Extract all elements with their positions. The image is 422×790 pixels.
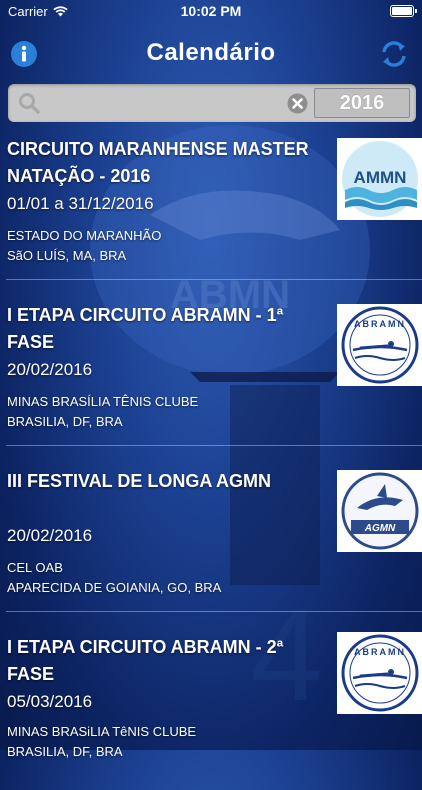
event-city: BRASILIA, DF, BRA: [7, 414, 123, 429]
divider: [6, 611, 422, 612]
event-title: CIRCUITO MARANHENSE MASTER NATAÇÃO - 201…: [7, 139, 309, 186]
refresh-icon[interactable]: [380, 40, 408, 68]
info-icon[interactable]: [10, 40, 38, 68]
event-date: 20/02/2016: [7, 360, 93, 379]
divider: [6, 279, 422, 280]
event-venue: MINAS BRASÍLIA TÊNIS CLUBE: [7, 394, 199, 409]
event-logo: AGMN: [337, 470, 422, 552]
status-time: 10:02 PM: [180, 3, 242, 19]
event-venue: MINAS BRASiLIA TêNIS CLUBE: [7, 724, 197, 739]
abramn-logo-icon: ABRAMN: [341, 306, 419, 384]
event-logo: AMMN: [337, 138, 422, 220]
event-item[interactable]: I ETAPA CIRCUITO ABRAMN - 2ª FASE 05/03/…: [0, 624, 422, 790]
search-input[interactable]: [48, 88, 282, 120]
event-logo: ABRAMN: [337, 304, 422, 386]
event-title: I ETAPA CIRCUITO ABRAMN - 2ª FASE: [7, 637, 284, 684]
event-city: APARECIDA DE GOIANIA, GO, BRA: [7, 580, 222, 595]
year-selector[interactable]: 2016: [314, 88, 410, 118]
battery-icon: [390, 5, 417, 17]
event-list: CIRCUITO MARANHENSE MASTER NATAÇÃO - 201…: [0, 126, 422, 759]
event-date: 01/01 a 31/12/2016: [7, 194, 154, 213]
event-venue: CEL OAB: [7, 560, 63, 575]
status-bar: Carrier 10:02 PM: [0, 0, 422, 22]
event-date: 20/02/2016: [7, 526, 93, 545]
svg-text:AGMN: AGMN: [364, 523, 396, 534]
event-title: I ETAPA CIRCUITO ABRAMN - 1ª FASE: [7, 305, 284, 352]
event-title: III FESTIVAL DE LONGA AGMN: [7, 471, 272, 491]
event-item[interactable]: III FESTIVAL DE LONGA AGMN 20/02/2016 CE…: [0, 458, 422, 624]
ammn-logo-icon: AMMN: [342, 141, 418, 217]
navigation-bar: Calendário: [0, 22, 422, 84]
event-item[interactable]: CIRCUITO MARANHENSE MASTER NATAÇÃO - 201…: [0, 126, 422, 292]
event-date: 05/03/2016: [7, 692, 93, 711]
divider: [6, 445, 422, 446]
event-city: SãO LUÍS, MA, BRA: [7, 248, 127, 263]
event-city: BRASILIA, DF, BRA: [7, 744, 123, 759]
clear-search-icon[interactable]: [287, 93, 308, 114]
event-item[interactable]: I ETAPA CIRCUITO ABRAMN - 1ª FASE 20/02/…: [0, 292, 422, 458]
event-venue: ESTADO DO MARANHÃO: [7, 228, 162, 243]
agmn-logo-icon: AGMN: [341, 472, 419, 550]
svg-text:ABRAMN: ABRAMN: [354, 319, 406, 329]
svg-text:AMMN: AMMN: [354, 168, 407, 187]
search-bar: 2016: [8, 84, 416, 122]
search-icon: [19, 93, 40, 114]
svg-text:ABRAMN: ABRAMN: [354, 647, 406, 657]
abramn-logo-icon: ABRAMN: [341, 634, 419, 712]
page-title: Calendário: [146, 39, 276, 66]
event-logo: ABRAMN: [337, 632, 422, 714]
